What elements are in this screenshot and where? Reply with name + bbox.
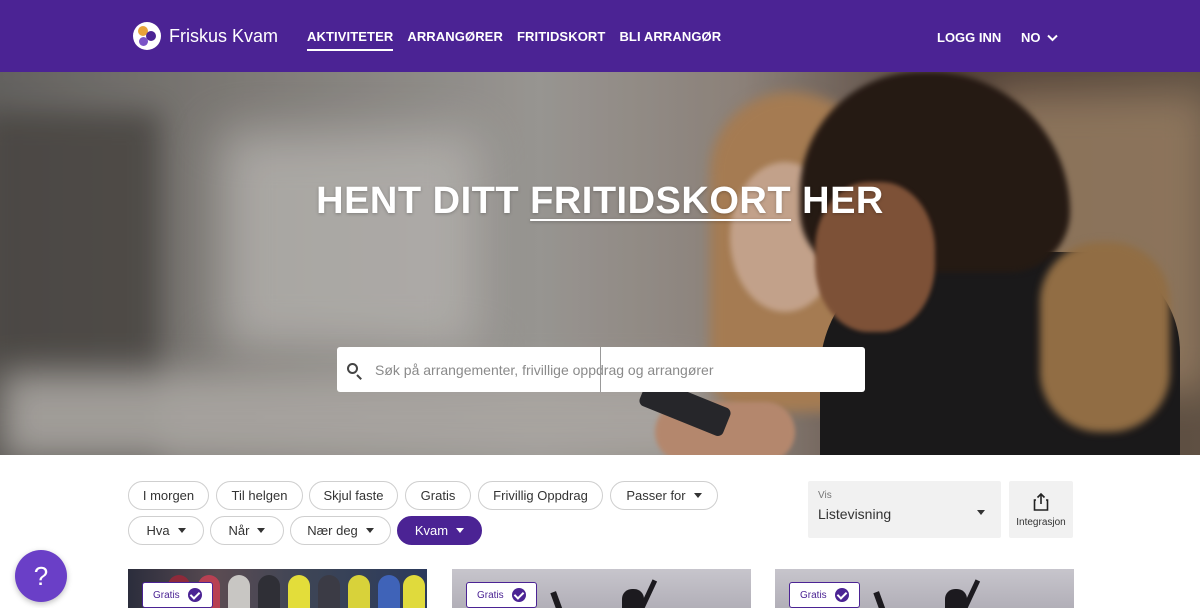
help-button[interactable]: ? (15, 550, 67, 602)
caret-down-icon (456, 528, 465, 533)
brand-link[interactable]: Friskus Kvam (133, 22, 278, 50)
price-badge: Gratis (142, 582, 213, 608)
view-mode-select[interactable]: Vis Listevisning (808, 481, 1001, 538)
text-cursor (600, 347, 601, 392)
language-label: NO (1021, 30, 1041, 45)
nav-item-aktiviteter[interactable]: AKTIVITETER (307, 29, 394, 51)
main-nav: AKTIVITETER ARRANGØRER FRITIDSKORT BLI A… (307, 29, 721, 51)
filter-skjul-faste[interactable]: Skjul faste (309, 481, 398, 510)
filter-hva-dropdown[interactable]: Hva (128, 516, 204, 545)
view-mode-label: Vis (818, 490, 832, 501)
filter-gratis[interactable]: Gratis (405, 481, 471, 510)
chevron-down-icon (1046, 34, 1058, 41)
caret-down-icon (177, 528, 186, 533)
search-icon[interactable] (345, 347, 375, 392)
view-mode-value: Listevisning (818, 506, 892, 522)
caret-down-icon (257, 528, 266, 533)
nav-item-fritidskort[interactable]: FRITIDSKORT (517, 29, 605, 51)
filter-kvam-dropdown[interactable]: Kvam (397, 516, 482, 545)
activity-card[interactable]: Gratis (775, 569, 1074, 608)
filter-nar-dropdown[interactable]: Når (210, 516, 284, 545)
login-link[interactable]: LOGG INN (937, 30, 1001, 45)
filter-naer-deg-dropdown[interactable]: Nær deg (290, 516, 391, 545)
integration-button[interactable]: Integrasjon (1009, 481, 1073, 538)
caret-down-icon (365, 528, 374, 533)
caret-down-icon (977, 510, 985, 515)
filter-frivillig-oppdrag[interactable]: Frivillig Oppdrag (478, 481, 603, 510)
hero-fritidskort-link[interactable]: FRITIDSKORT (530, 180, 791, 222)
filter-passer-for-dropdown[interactable]: Passer for (610, 481, 718, 510)
price-badge: Gratis (789, 582, 860, 608)
top-navigation-bar: Friskus Kvam AKTIVITETER ARRANGØRER FRIT… (0, 0, 1200, 72)
caret-down-icon (693, 493, 702, 498)
nav-item-arrangorer[interactable]: ARRANGØRER (407, 29, 503, 51)
share-icon (1033, 493, 1049, 511)
filter-i-morgen[interactable]: I morgen (128, 481, 209, 510)
nav-item-bli-arrangor[interactable]: BLI ARRANGØR (619, 29, 721, 51)
activity-card[interactable]: Gratis (452, 569, 751, 608)
filter-til-helgen[interactable]: Til helgen (216, 481, 303, 510)
search-bar (337, 347, 865, 392)
friskus-logo-icon (133, 22, 161, 50)
check-icon (187, 588, 202, 602)
question-icon: ? (33, 560, 49, 591)
search-input[interactable] (375, 361, 855, 378)
integration-label: Integrasjon (1016, 517, 1066, 528)
language-selector[interactable]: NO (1021, 30, 1058, 45)
hero-title: HENT DITT FRITIDSKORT HER (316, 180, 884, 222)
price-badge: Gratis (466, 582, 537, 608)
check-icon (834, 588, 849, 602)
brand-name: Friskus Kvam (169, 25, 279, 46)
check-icon (511, 588, 526, 602)
hero-banner: HENT DITT FRITIDSKORT HER (0, 72, 1200, 455)
activity-card[interactable]: Gratis (128, 569, 427, 608)
